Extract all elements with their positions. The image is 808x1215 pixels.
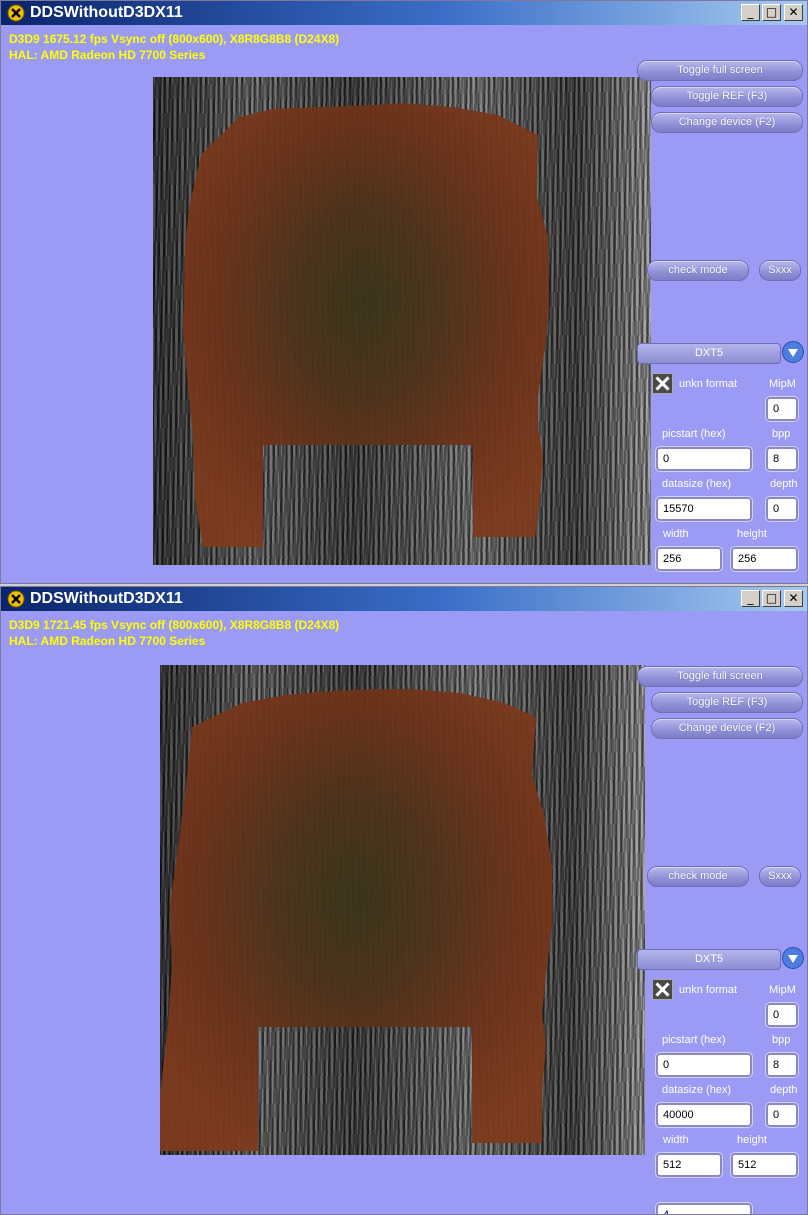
unkn-format-checkbox[interactable] — [652, 373, 673, 394]
client-area: D3D9 1721.45 fps Vsync off (800x600), X8… — [1, 611, 807, 1214]
maximize-button[interactable]: □ — [762, 4, 781, 21]
leather-jacket-shape — [160, 689, 552, 1151]
stats-line-fps: D3D9 1675.12 fps Vsync off (800x600), X8… — [9, 32, 340, 46]
bpp-label: bpp — [772, 428, 791, 440]
unkn-format-checkbox[interactable] — [652, 979, 673, 1000]
unkn-format-label: unkn format — [679, 378, 738, 390]
width-label: width — [663, 528, 689, 540]
check-mode-button[interactable]: check mode — [647, 260, 749, 281]
height-field[interactable]: 512 — [731, 1153, 798, 1177]
depth-field[interactable]: 0 — [766, 497, 798, 521]
format-combo[interactable]: DXT5 — [637, 343, 781, 364]
stats-line-device: HAL: AMD Radeon HD 7700 Series — [9, 634, 206, 648]
title-bar[interactable]: DDSWithoutD3DX11 _ □ ✕ — [1, 587, 807, 611]
minimize-button[interactable]: _ — [741, 590, 760, 607]
change-device-button[interactable]: Change device (F2) — [651, 112, 803, 133]
leather-jacket-shape — [183, 103, 549, 547]
height-label: height — [737, 1134, 767, 1146]
toggle-ref-button[interactable]: Toggle REF (F3) — [651, 692, 803, 713]
mipm-label: MipM — [769, 378, 796, 390]
format-combo[interactable]: DXT5 — [637, 949, 781, 970]
check-mode-button[interactable]: check mode — [647, 866, 749, 887]
depth-field[interactable]: 0 — [766, 1103, 798, 1127]
chevron-down-icon[interactable] — [782, 947, 804, 969]
width-label: width — [663, 1134, 689, 1146]
toggle-full-screen-button[interactable]: Toggle full screen — [637, 666, 803, 687]
change-device-button[interactable]: Change device (F2) — [651, 718, 803, 739]
height-label: height — [737, 528, 767, 540]
app-icon — [7, 590, 25, 608]
window-title: DDSWithoutD3DX11 — [30, 4, 183, 21]
datasize-label: datasize (hex) — [662, 1084, 732, 1096]
app-icon — [7, 4, 25, 22]
minimize-button[interactable]: _ — [741, 4, 760, 21]
mipm-label: MipM — [769, 984, 796, 996]
maximize-button[interactable]: □ — [762, 590, 781, 607]
close-button[interactable]: ✕ — [784, 590, 803, 607]
mipm-field[interactable]: 0 — [766, 397, 798, 421]
rendered-texture — [153, 77, 651, 565]
stats-line-device: HAL: AMD Radeon HD 7700 Series — [9, 48, 206, 62]
datasize-field[interactable]: 40000 — [656, 1103, 752, 1127]
sxxx-button[interactable]: Sxxx — [759, 260, 801, 281]
client-area: D3D9 1675.12 fps Vsync off (800x600), X8… — [1, 25, 807, 583]
datasize-label: datasize (hex) — [662, 478, 732, 490]
close-button[interactable]: ✕ — [784, 4, 803, 21]
picstart-field[interactable]: 0 — [656, 1053, 752, 1077]
toggle-ref-button[interactable]: Toggle REF (F3) — [651, 86, 803, 107]
sxxx-button[interactable]: Sxxx — [759, 866, 801, 887]
title-bar[interactable]: DDSWithoutD3DX11 _ □ ✕ — [1, 1, 807, 25]
rendered-texture — [160, 665, 645, 1155]
app-window-1: DDSWithoutD3DX11 _ □ ✕ D3D9 1675.12 fps … — [0, 0, 808, 584]
stats-line-fps: D3D9 1721.45 fps Vsync off (800x600), X8… — [9, 618, 340, 632]
depth-label: depth — [770, 1084, 798, 1096]
picstart-label: picstart (hex) — [662, 1034, 726, 1046]
height-field[interactable]: 256 — [731, 547, 798, 571]
width-field[interactable]: 256 — [656, 547, 722, 571]
picstart-label: picstart (hex) — [662, 428, 726, 440]
app-window-2: DDSWithoutD3DX11 _ □ ✕ D3D9 1721.45 fps … — [0, 586, 808, 1215]
extra-field[interactable]: 4 — [656, 1203, 752, 1214]
datasize-field[interactable]: 15570 — [656, 497, 752, 521]
window-title: DDSWithoutD3DX11 — [30, 590, 183, 607]
mipm-field[interactable]: 0 — [766, 1003, 798, 1027]
width-field[interactable]: 512 — [656, 1153, 722, 1177]
bpp-field[interactable]: 8 — [766, 447, 798, 471]
depth-label: depth — [770, 478, 798, 490]
toggle-full-screen-button[interactable]: Toggle full screen — [637, 60, 803, 81]
chevron-down-icon[interactable] — [782, 341, 804, 363]
bpp-label: bpp — [772, 1034, 791, 1046]
bpp-field[interactable]: 8 — [766, 1053, 798, 1077]
picstart-field[interactable]: 0 — [656, 447, 752, 471]
unkn-format-label: unkn format — [679, 984, 738, 996]
